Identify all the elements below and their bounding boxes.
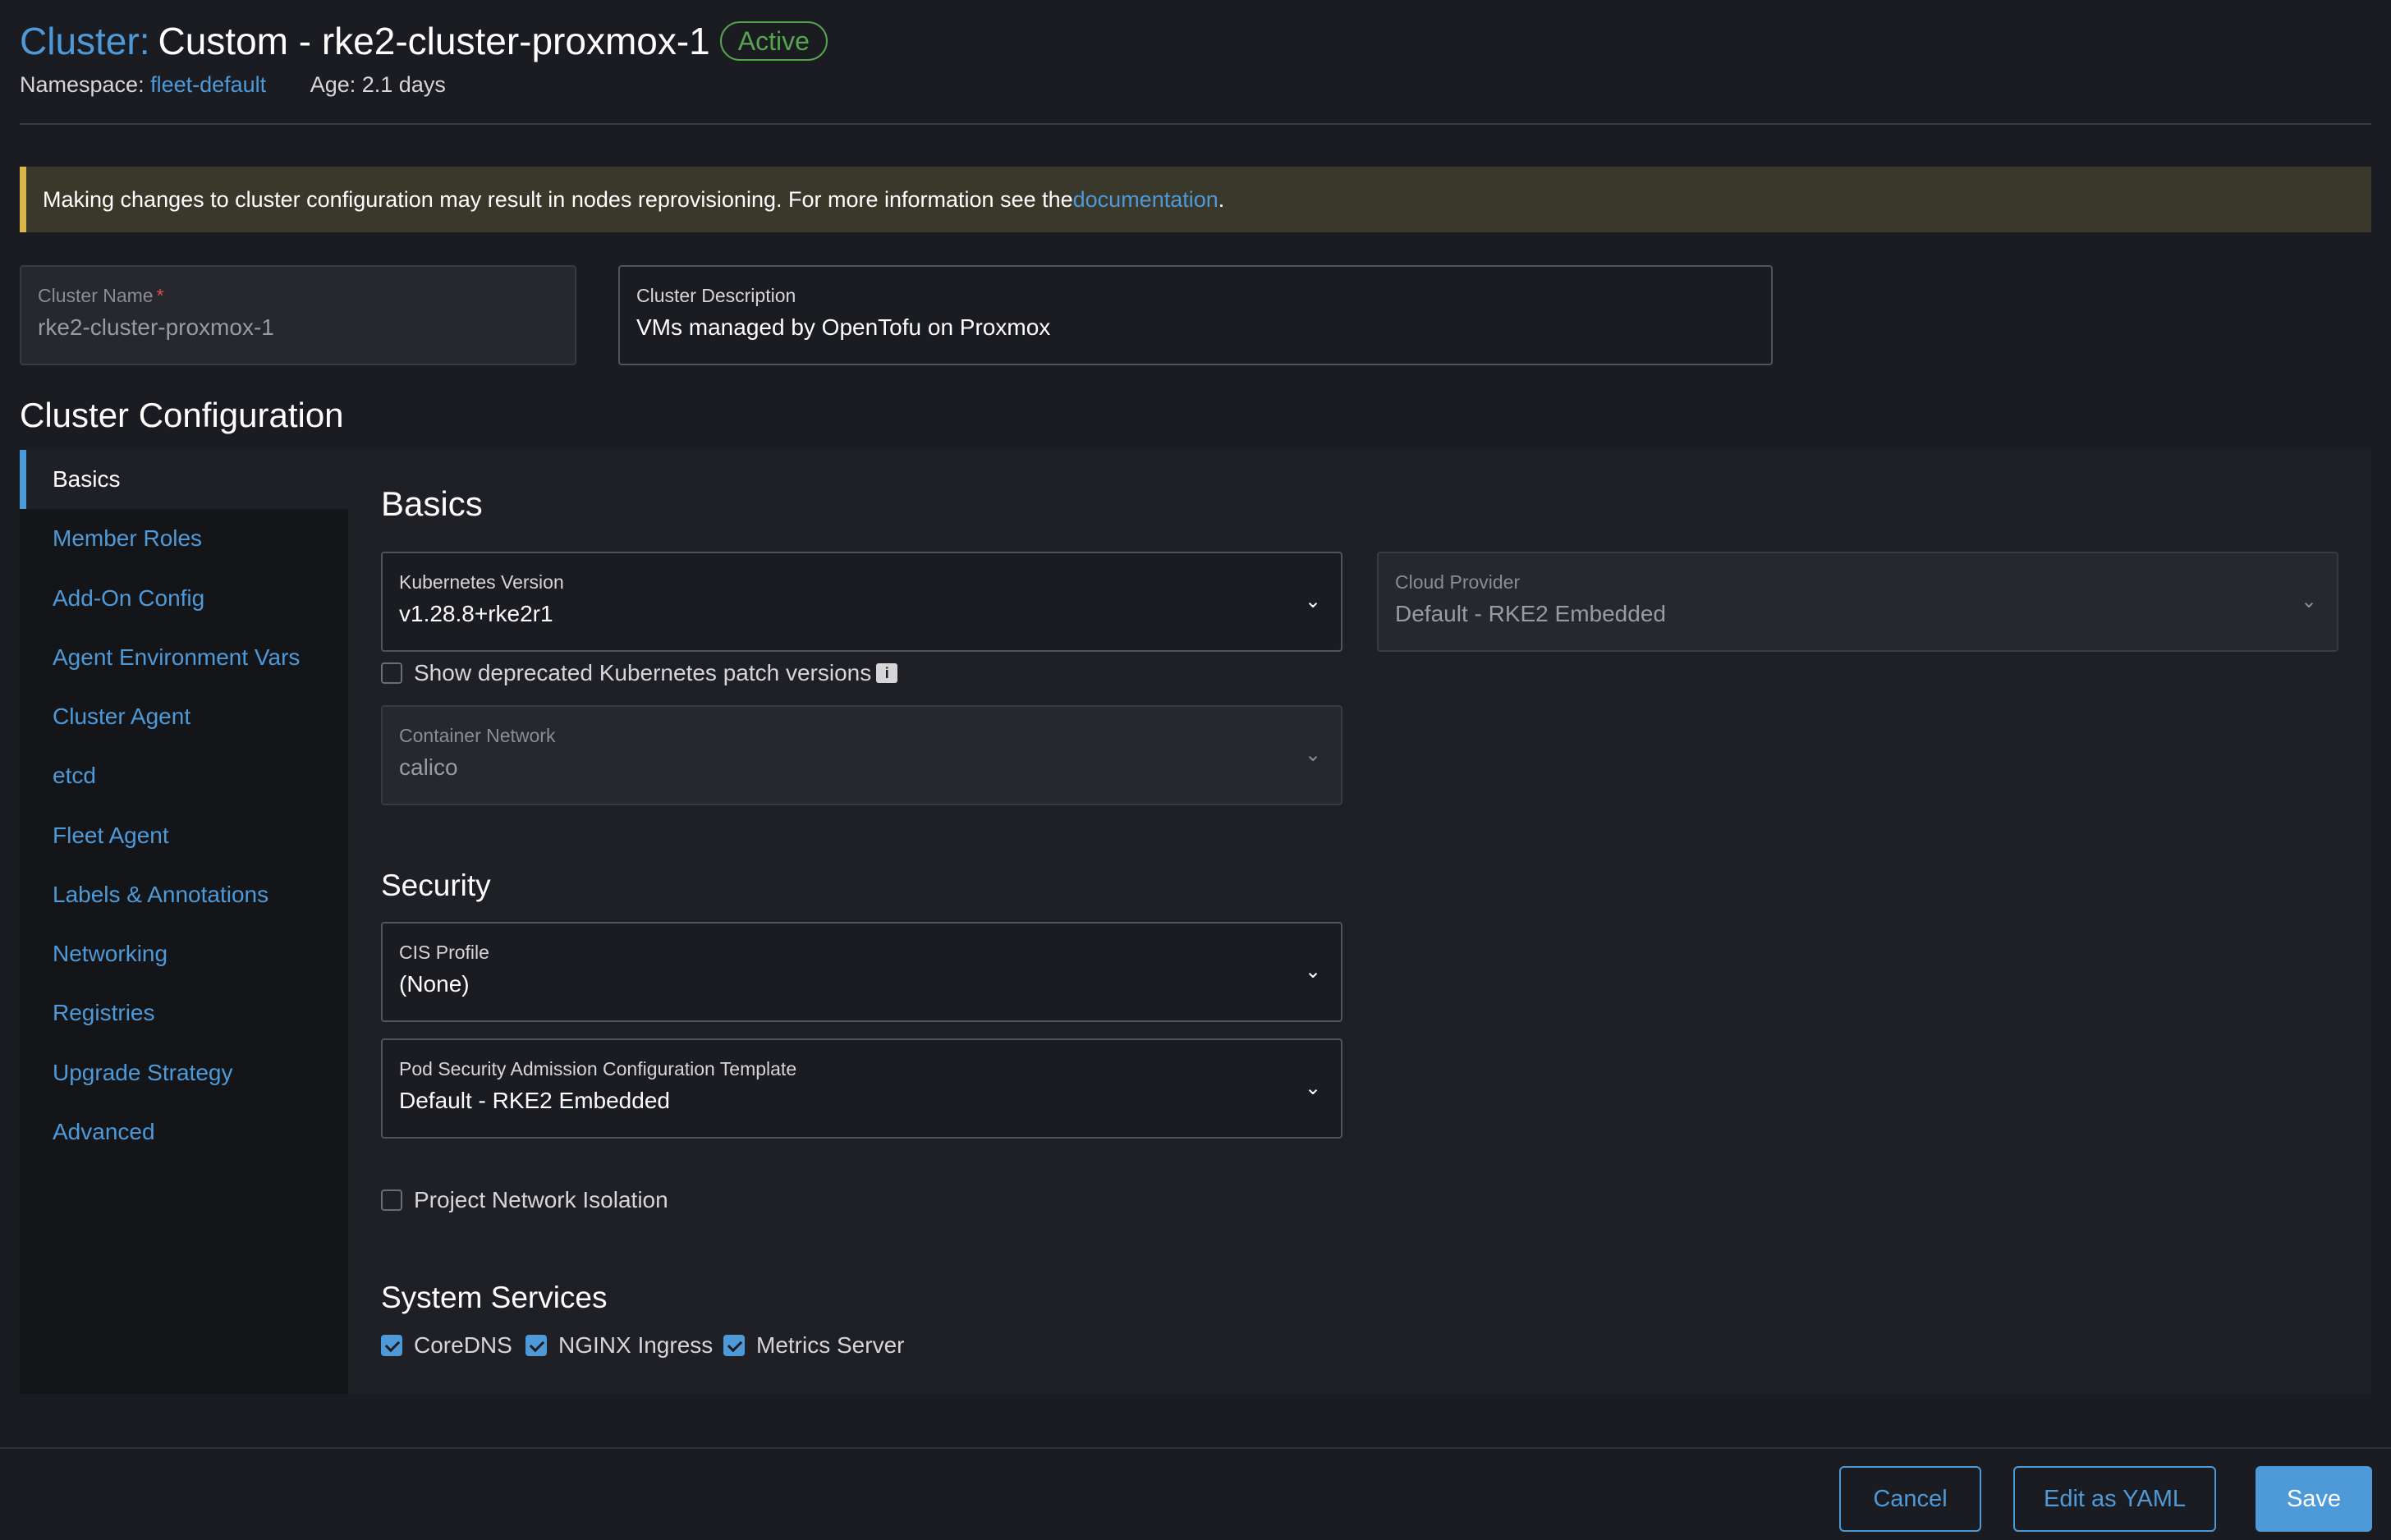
- chevron-down-icon: ⌄: [2300, 590, 2318, 612]
- sidebar-item-agent-environment-vars[interactable]: Agent Environment Vars: [20, 628, 348, 687]
- cluster-configuration-title: Cluster Configuration: [20, 396, 344, 434]
- cancel-button[interactable]: Cancel: [1839, 1466, 1981, 1532]
- coredns-row[interactable]: CoreDNS: [381, 1332, 512, 1359]
- age-label: Age: 2.1 days: [310, 72, 446, 97]
- config-sidenav: Basics Member Roles Add-On Config Agent …: [20, 450, 348, 1394]
- cluster-name-value: rke2-cluster-proxmox-1: [38, 314, 274, 340]
- required-mark: *: [156, 285, 164, 306]
- sidebar-item-cluster-agent[interactable]: Cluster Agent: [20, 687, 348, 746]
- page-title: Cluster: Custom - rke2-cluster-proxmox-1…: [20, 15, 828, 67]
- show-deprecated-checkbox[interactable]: [381, 662, 402, 684]
- cluster-name-field: Cluster Name * rke2-cluster-proxmox-1: [20, 265, 576, 365]
- show-deprecated-checkbox-row[interactable]: Show deprecated Kubernetes patch version…: [381, 660, 898, 686]
- chevron-down-icon: ⌄: [1304, 960, 1322, 983]
- metrics-server-checkbox[interactable]: [723, 1335, 745, 1356]
- chevron-down-icon: ⌄: [1304, 744, 1322, 766]
- project-network-isolation-row[interactable]: Project Network Isolation: [381, 1187, 668, 1213]
- system-services-title: System Services: [381, 1281, 608, 1314]
- cluster-description-field[interactable]: Cluster Description VMs managed by OpenT…: [618, 265, 1773, 365]
- container-network-value: calico: [399, 754, 458, 780]
- psa-template-select[interactable]: Pod Security Admission Configuration Tem…: [381, 1038, 1342, 1139]
- metrics-server-row[interactable]: Metrics Server: [723, 1332, 904, 1359]
- security-title: Security: [381, 869, 491, 902]
- metrics-server-label: Metrics Server: [756, 1332, 905, 1358]
- container-network-select: Container Network calico ⌄: [381, 705, 1342, 805]
- save-button[interactable]: Save: [2256, 1466, 2372, 1532]
- project-network-isolation-label: Project Network Isolation: [414, 1187, 668, 1212]
- sidebar-item-registries[interactable]: Registries: [20, 983, 348, 1043]
- kubernetes-version-select[interactable]: Kubernetes Version v1.28.8+rke2r1 ⌄: [381, 552, 1342, 652]
- nginx-ingress-label: NGINX Ingress: [558, 1332, 714, 1358]
- cis-profile-value: (None): [399, 971, 470, 997]
- warning-banner: Making changes to cluster configuration …: [20, 167, 2371, 232]
- status-badge: Active: [719, 21, 828, 61]
- sidebar-item-advanced[interactable]: Advanced: [20, 1102, 348, 1162]
- sidebar-item-labels-annotations[interactable]: Labels & Annotations: [20, 865, 348, 924]
- kubernetes-version-label: Kubernetes Version: [399, 571, 564, 593]
- cloud-provider-select: Cloud Provider Default - RKE2 Embedded ⌄: [1377, 552, 2338, 652]
- namespace-link[interactable]: fleet-default: [150, 72, 266, 97]
- info-icon[interactable]: i: [876, 663, 898, 683]
- cloud-provider-value: Default - RKE2 Embedded: [1395, 601, 1666, 626]
- page-title-name: Custom - rke2-cluster-proxmox-1: [158, 20, 710, 62]
- coredns-label: CoreDNS: [414, 1332, 512, 1358]
- footer-divider: [0, 1447, 2391, 1449]
- documentation-link[interactable]: documentation: [1073, 187, 1218, 213]
- banner-text: Making changes to cluster configuration …: [43, 186, 1073, 212]
- cis-profile-select[interactable]: CIS Profile (None) ⌄: [381, 922, 1342, 1022]
- cluster-description-label: Cluster Description: [636, 285, 796, 306]
- header-divider: [20, 123, 2371, 125]
- sidebar-item-member-roles[interactable]: Member Roles: [20, 509, 348, 568]
- cluster-description-value[interactable]: VMs managed by OpenTofu on Proxmox: [636, 311, 1755, 344]
- nginx-ingress-checkbox[interactable]: [525, 1335, 547, 1356]
- project-network-isolation-checkbox[interactable]: [381, 1189, 402, 1211]
- sidebar-item-fleet-agent[interactable]: Fleet Agent: [20, 806, 348, 865]
- namespace-label: Namespace:: [20, 72, 145, 97]
- sidebar-item-networking[interactable]: Networking: [20, 924, 348, 983]
- sidebar-item-etcd[interactable]: etcd: [20, 746, 348, 805]
- chevron-down-icon: ⌄: [1304, 1077, 1322, 1099]
- sidebar-item-upgrade-strategy[interactable]: Upgrade Strategy: [20, 1043, 348, 1102]
- psa-template-label: Pod Security Admission Configuration Tem…: [399, 1058, 797, 1079]
- page-meta: Namespace: fleet-default Age: 2.1 days: [20, 72, 446, 98]
- show-deprecated-label: Show deprecated Kubernetes patch version…: [414, 660, 872, 685]
- coredns-checkbox[interactable]: [381, 1335, 402, 1356]
- nginx-ingress-row[interactable]: NGINX Ingress: [525, 1332, 713, 1359]
- cis-profile-label: CIS Profile: [399, 942, 489, 963]
- banner-suffix: .: [1218, 186, 1225, 212]
- edit-as-yaml-button[interactable]: Edit as YAML: [2013, 1466, 2216, 1532]
- cloud-provider-label: Cloud Provider: [1395, 571, 1521, 593]
- basics-title: Basics: [381, 484, 483, 523]
- cluster-name-label: Cluster Name *: [38, 285, 164, 306]
- psa-template-value: Default - RKE2 Embedded: [399, 1088, 670, 1113]
- sidebar-item-add-on-config[interactable]: Add-On Config: [20, 569, 348, 628]
- kubernetes-version-value: v1.28.8+rke2r1: [399, 601, 553, 626]
- chevron-down-icon: ⌄: [1304, 590, 1322, 612]
- container-network-label: Container Network: [399, 725, 556, 746]
- sidebar-item-basics[interactable]: Basics: [20, 450, 348, 509]
- page-title-kind: Cluster:: [20, 20, 150, 62]
